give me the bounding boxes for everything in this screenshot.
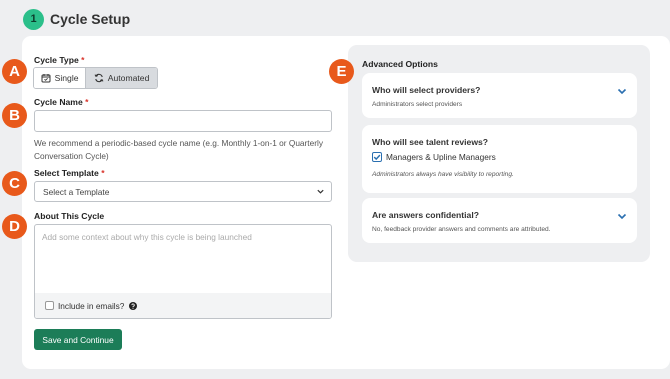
check-icon — [373, 154, 381, 161]
advanced-options-title: Advanced Options — [362, 59, 438, 69]
providers-card[interactable]: Who will select providers? Administrator… — [362, 73, 637, 118]
cycle-name-label: Cycle Name * — [34, 97, 89, 107]
callout-d: D — [2, 214, 27, 239]
confidential-title: Are answers confidential? — [372, 210, 479, 220]
chevron-down-icon[interactable] — [617, 86, 627, 96]
callout-c: C — [2, 171, 27, 196]
reporting-note: Administrators always have visibility to… — [372, 171, 514, 178]
page-title: Cycle Setup — [50, 11, 131, 27]
single-option-label: Single — [54, 73, 79, 83]
providers-title: Who will select providers? — [372, 85, 481, 95]
template-select-value: Select a Template — [43, 186, 110, 197]
include-emails-label: Include in emails? — [58, 300, 125, 311]
automated-option-label: Automated — [107, 73, 150, 83]
include-emails-row: Include in emails? — [35, 293, 331, 318]
template-label: Select Template * — [34, 168, 105, 178]
providers-subtitle: Administrators select providers — [372, 101, 463, 108]
about-label: About This Cycle — [34, 211, 105, 221]
page-header: 1 Cycle Setup — [23, 8, 130, 30]
include-emails-checkbox[interactable] — [45, 301, 54, 310]
talent-reviews-card: Who will see talent reviews? Managers & … — [362, 125, 637, 193]
save-and-continue-button[interactable]: Save and Continue — [34, 329, 122, 350]
cycle-type-toggle: Single Automated — [33, 67, 158, 89]
template-select[interactable]: Select a Template — [34, 181, 332, 202]
help-icon[interactable] — [129, 301, 138, 310]
automated-option-button[interactable]: Automated — [86, 68, 157, 88]
about-placeholder: Add some context about why this cycle is… — [42, 232, 252, 242]
cycle-name-hint: We recommend a periodic-based cycle name… — [34, 138, 323, 161]
calendar-icon — [41, 74, 51, 83]
confidential-subtitle: No, feedback provider answers and commen… — [372, 226, 551, 233]
callout-e: E — [329, 59, 354, 84]
callout-b: B — [2, 103, 27, 128]
managers-checkbox[interactable] — [372, 152, 382, 162]
cycle-name-input[interactable] — [34, 110, 332, 132]
chevron-down-icon — [317, 189, 324, 194]
managers-checkbox-label: Managers & Upline Managers — [386, 152, 496, 162]
single-option-button[interactable]: Single — [34, 68, 87, 88]
chevron-down-icon[interactable] — [617, 211, 627, 221]
confidential-card[interactable]: Are answers confidential? No, feedback p… — [362, 198, 637, 243]
callout-a: A — [2, 59, 27, 84]
managers-check-row: Managers & Upline Managers — [372, 152, 496, 162]
step-badge: 1 — [23, 8, 44, 30]
sync-icon — [94, 73, 104, 83]
cycle-type-label: Cycle Type * — [34, 55, 85, 65]
about-textarea[interactable]: Add some context about why this cycle is… — [34, 224, 332, 319]
talent-reviews-title: Who will see talent reviews? — [372, 137, 489, 147]
